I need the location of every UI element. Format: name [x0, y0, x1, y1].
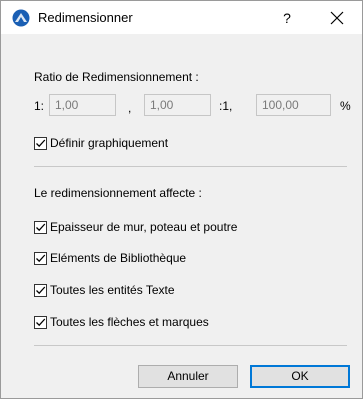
ratio-separator-1: ,	[128, 101, 132, 115]
help-button[interactable]: ?	[275, 7, 299, 29]
wall-thickness-label: Epaisseur de mur, poteau et poutre	[50, 220, 238, 234]
wall-thickness-checkbox[interactable]	[34, 220, 47, 234]
separator-bottom	[34, 345, 347, 346]
ratio-value-2-field[interactable]: 1,00	[144, 94, 211, 116]
resize-dialog: Redimensionner ? Ratio de Redimensionnem…	[0, 0, 363, 399]
ratio-value-1-field[interactable]: 1,00	[49, 94, 116, 116]
library-elements-checkbox[interactable]	[34, 251, 47, 265]
title-bar: Redimensionner ?	[1, 1, 362, 34]
percent-sign: %	[340, 99, 351, 113]
cancel-button[interactable]: Annuler	[138, 365, 238, 388]
text-entities-checkbox[interactable]	[34, 283, 47, 297]
affects-item-text-entities[interactable]: Toutes les entités Texte	[34, 282, 175, 298]
affects-item-wall-thickness[interactable]: Epaisseur de mur, poteau et poutre	[34, 219, 237, 235]
ratio-separator-2: :1,	[219, 99, 233, 113]
window-title: Redimensionner	[38, 10, 133, 25]
library-elements-label: Eléments de Bibliothèque	[50, 251, 187, 265]
define-graphically-checkbox-row[interactable]: Définir graphiquement	[34, 135, 168, 151]
checkmark-icon	[36, 318, 46, 326]
affects-heading: Le redimensionnement affecte :	[34, 186, 202, 200]
affects-item-arrows-markers[interactable]: Toutes les flèches et marques	[34, 314, 209, 330]
close-button[interactable]	[322, 6, 352, 30]
checkmark-icon	[36, 254, 46, 262]
text-entities-label: Toutes les entités Texte	[50, 283, 175, 297]
arrows-markers-checkbox[interactable]	[34, 315, 47, 329]
define-graphically-label: Définir graphiquement	[50, 136, 169, 150]
ratio-heading: Ratio de Redimensionnement :	[34, 70, 199, 84]
archicad-app-icon	[12, 9, 30, 27]
ratio-prefix: 1:	[34, 99, 45, 113]
checkmark-icon	[36, 139, 46, 147]
ratio-percent-field[interactable]: 100,00	[256, 94, 331, 116]
checkmark-icon	[36, 286, 46, 294]
checkmark-icon	[36, 223, 46, 231]
affects-item-library-elements[interactable]: Eléments de Bibliothèque	[34, 250, 186, 266]
define-graphically-checkbox[interactable]	[34, 136, 47, 150]
separator-top	[34, 166, 347, 167]
ok-button[interactable]: OK	[250, 365, 350, 388]
close-icon	[330, 11, 344, 25]
arrows-markers-label: Toutes les flèches et marques	[50, 315, 209, 329]
